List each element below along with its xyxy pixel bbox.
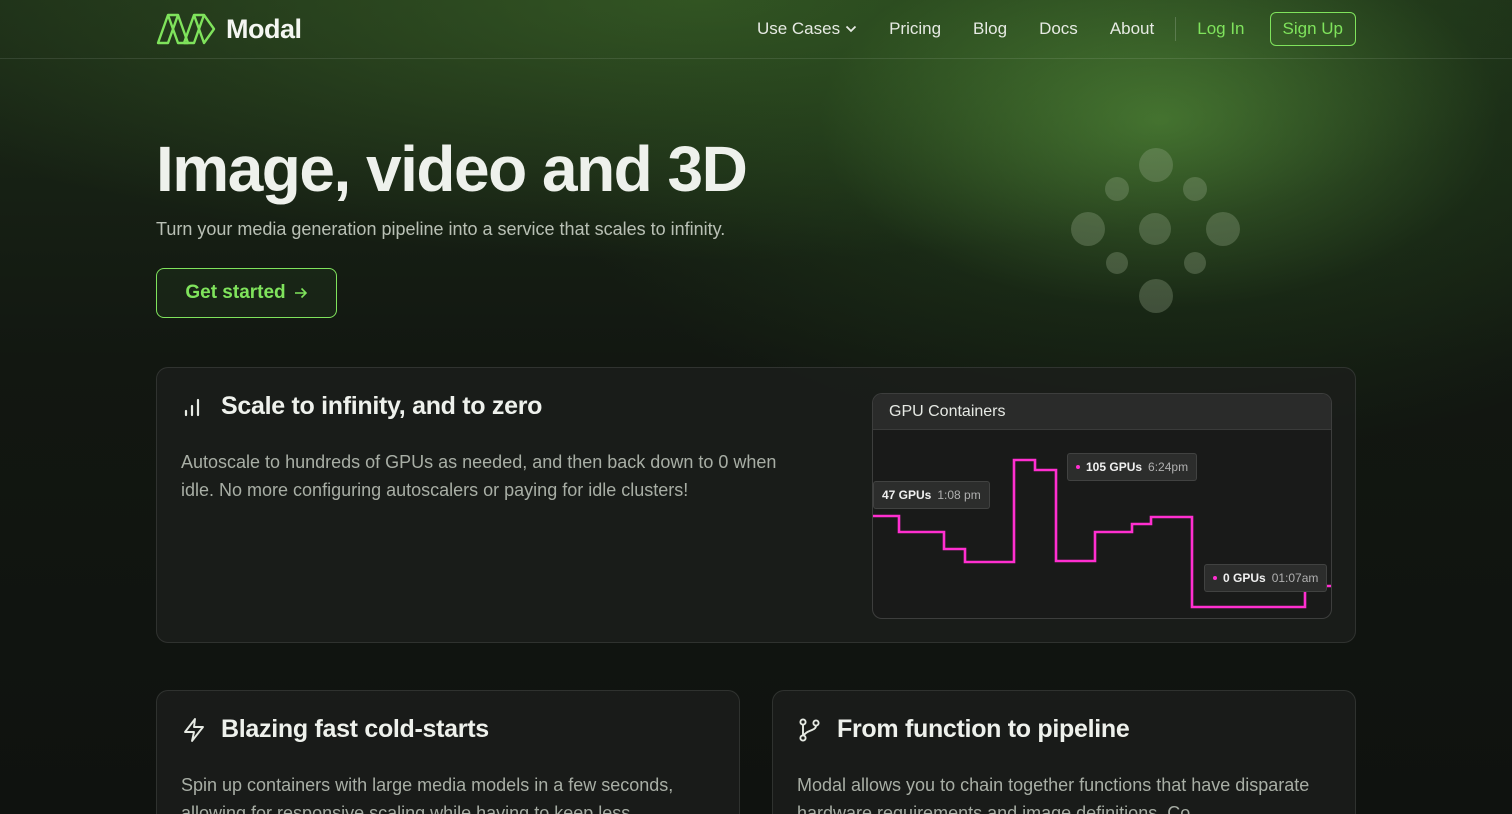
- gpu-tooltip-0: 0 GPUs 01:07am: [1204, 564, 1328, 592]
- nav-docs[interactable]: Docs: [1039, 19, 1078, 39]
- gpu-containers-panel: GPU Containers 47 GPUs 1:08 pm 105 GPUs …: [872, 393, 1332, 619]
- arrow-right-icon: [294, 287, 307, 299]
- feature-card-cold-starts: Blazing fast cold-starts Spin up contain…: [156, 690, 740, 814]
- gpu-tooltip-105: 105 GPUs 6:24pm: [1067, 453, 1198, 481]
- nav-divider: [1175, 17, 1177, 41]
- gpu-tooltip-47-value: 47 GPUs: [882, 488, 932, 502]
- gpu-tooltip-105-time: 6:24pm: [1148, 460, 1189, 474]
- loading-dots-graphic: [1071, 148, 1240, 313]
- series-dot-icon: [1076, 465, 1080, 469]
- gpu-tooltip-47: 47 GPUs 1:08 pm: [873, 481, 990, 509]
- chevron-down-icon: [845, 25, 857, 33]
- gpu-tooltip-0-time: 01:07am: [1271, 571, 1319, 585]
- nav-pricing[interactable]: Pricing: [889, 19, 941, 39]
- git-branch-icon: [799, 717, 820, 742]
- feature-card-pipeline-body: Modal allows you to chain together funct…: [797, 775, 1310, 814]
- page: Modal Use Cases Pricing Blog Docs About …: [0, 0, 1512, 814]
- bar-chart-icon: [184, 398, 200, 416]
- login-link[interactable]: Log In: [1197, 19, 1244, 39]
- brand-name: Modal: [226, 13, 302, 44]
- gpu-tooltip-105-value: 105 GPUs: [1086, 460, 1143, 474]
- feature-card-cold-starts-title: Blazing fast cold-starts: [221, 715, 489, 743]
- logo[interactable]: Modal: [156, 12, 302, 46]
- nav-about[interactable]: About: [1110, 19, 1154, 39]
- feature-card-scale-body: Autoscale to hundreds of GPUs as needed,…: [181, 452, 777, 500]
- feature-card-pipeline: From function to pipeline Modal allows y…: [772, 690, 1356, 814]
- signup-button[interactable]: Sign Up: [1269, 12, 1356, 46]
- feature-card-pipeline-title: From function to pipeline: [837, 715, 1130, 743]
- gpu-tooltip-47-time: 1:08 pm: [937, 488, 981, 502]
- feature-card-cold-starts-body: Spin up containers with large media mode…: [181, 775, 674, 814]
- feature-card-scale-header: Scale to infinity, and to zero: [181, 392, 542, 421]
- feature-card-pipeline-header: From function to pipeline: [797, 715, 1130, 744]
- feature-card-scale-title: Scale to infinity, and to zero: [221, 392, 543, 420]
- feature-card-cold-starts-header: Blazing fast cold-starts: [181, 715, 489, 744]
- modal-logo-icon: [156, 13, 216, 45]
- nav-blog[interactable]: Blog: [973, 19, 1007, 39]
- lightning-icon: [184, 717, 204, 742]
- hero-title: Image, video and 3D: [156, 133, 748, 205]
- nav-use-cases-label: Use Cases: [756, 19, 841, 38]
- hero-subtitle: Turn your media generation pipeline into…: [156, 219, 726, 239]
- gpu-tooltip-0-value: 0 GPUs: [1223, 571, 1266, 585]
- series-dot-icon: [1213, 576, 1217, 580]
- nav-links: Use Cases Pricing Blog Docs About Log In…: [725, 12, 1356, 46]
- top-nav: Modal Use Cases Pricing Blog Docs About …: [0, 0, 1512, 59]
- feature-card-scale: Scale to infinity, and to zero Autoscale…: [156, 367, 1356, 643]
- get-started-button[interactable]: Get started: [156, 268, 337, 318]
- nav-use-cases[interactable]: Use Cases: [757, 19, 857, 39]
- get-started-label: Get started: [185, 282, 286, 303]
